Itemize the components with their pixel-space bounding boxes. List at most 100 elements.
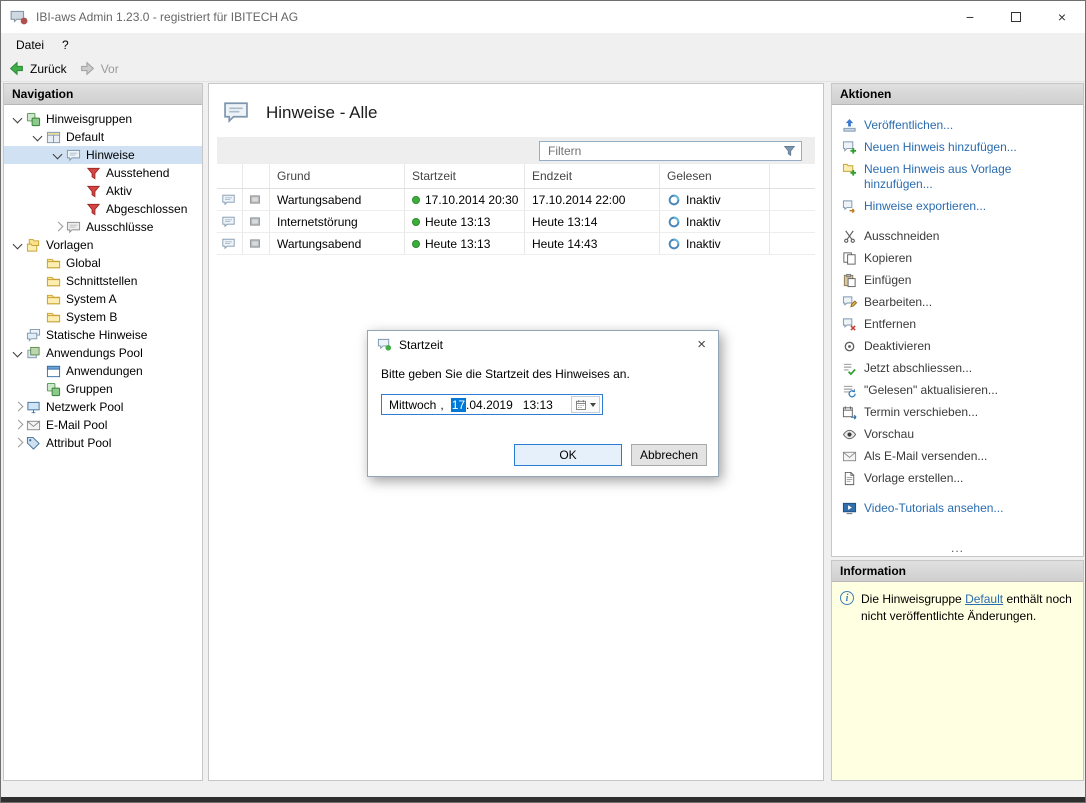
chevron-down-icon[interactable]	[10, 237, 26, 253]
chevron-down-icon[interactable]	[50, 147, 66, 163]
action-termin-verschieben[interactable]: Termin verschieben...	[842, 402, 1075, 424]
filter-input[interactable]: Filtern	[539, 141, 802, 161]
actions-overflow[interactable]: ...	[832, 541, 1083, 556]
tree-item-label: Ausstehend	[106, 166, 169, 180]
attribute-icon	[26, 436, 41, 451]
tree-item-anwendungen[interactable]: Anwendungen	[4, 362, 202, 380]
chevron-down-icon[interactable]	[10, 345, 26, 361]
tree-item-global[interactable]: Global	[4, 254, 202, 272]
cancel-button[interactable]: Abbrechen	[631, 444, 707, 466]
tree-item-label: Statische Hinweise	[46, 328, 147, 342]
tree-item-statische-hinweise[interactable]: Statische Hinweise	[4, 326, 202, 344]
chevron-spacer	[70, 183, 86, 199]
tree-item-hinweisgruppen[interactable]: Hinweisgruppen	[4, 110, 202, 128]
chevron-right-icon[interactable]	[50, 219, 66, 235]
tree-item-system-a[interactable]: System A	[4, 290, 202, 308]
tree-item-default[interactable]: Default	[4, 128, 202, 146]
minimize-button[interactable]: −	[947, 1, 993, 33]
maximize-button[interactable]	[993, 1, 1039, 33]
action-neuen-hinweis-hinzuf-gen[interactable]: Neuen Hinweis hinzufügen...	[842, 137, 1075, 159]
column-header-gelesen[interactable]: Gelesen	[660, 164, 770, 188]
exclude-icon	[66, 220, 81, 235]
row-notice-icon-cell	[217, 211, 243, 232]
table-body: Wartungsabend17.10.2014 20:3017.10.2014 …	[217, 189, 815, 255]
action-bearbeiten[interactable]: Bearbeiten...	[842, 292, 1075, 314]
back-label: Zurück	[30, 62, 67, 76]
tree-item-netzwerk-pool[interactable]: Netzwerk Pool	[4, 398, 202, 416]
chevron-right-icon[interactable]	[10, 435, 26, 451]
tree-item-attribut-pool[interactable]: Attribut Pool	[4, 434, 202, 452]
cell-endzeit: 17.10.2014 22:00	[525, 189, 660, 210]
tree-item-abgeschlossen[interactable]: Abgeschlossen	[4, 200, 202, 218]
action-hinweise-exportieren[interactable]: Hinweise exportieren...	[842, 196, 1075, 218]
action-ver-ffentlichen[interactable]: Veröffentlichen...	[842, 115, 1075, 137]
close-button[interactable]: ×	[1039, 1, 1085, 33]
column-header-grund[interactable]: Grund	[270, 164, 405, 188]
chevron-right-icon[interactable]	[10, 399, 26, 415]
action-deaktivieren[interactable]: Deaktivieren	[842, 336, 1075, 358]
read-status-icon	[667, 193, 681, 207]
startzeit-datetime-input[interactable]: Mittwoch , 17.04.2019 13:13	[381, 394, 603, 415]
datetime-day-selected[interactable]: 17	[451, 398, 466, 412]
table-row[interactable]: InternetstörungHeute 13:13Heute 13:14Ina…	[217, 211, 815, 233]
filter-funnel-icon[interactable]	[783, 144, 796, 157]
chevron-spacer	[30, 291, 46, 307]
action-vorlage-erstellen[interactable]: Vorlage erstellen...	[842, 468, 1075, 490]
action-vorschau[interactable]: Vorschau	[842, 424, 1075, 446]
action-kopieren[interactable]: Kopieren	[842, 248, 1075, 270]
tree-item-ausstehend[interactable]: Ausstehend	[4, 164, 202, 182]
tree-item-label: System A	[66, 292, 117, 306]
chevron-spacer	[30, 381, 46, 397]
action-neuen-hinweis-aus-vorlage-hinzuf-gen[interactable]: Neuen Hinweis aus Vorlage hinzufügen...	[842, 159, 1075, 196]
tree-item-gruppen[interactable]: Gruppen	[4, 380, 202, 398]
tree-item-vorlagen[interactable]: Vorlagen	[4, 236, 202, 254]
edit-icon	[842, 295, 857, 310]
chevron-right-icon[interactable]	[10, 417, 26, 433]
datetime-time[interactable]: 13:13	[523, 398, 553, 412]
row-notice-icon-cell	[217, 233, 243, 254]
tree-item-ausschl-sse[interactable]: Ausschlüsse	[4, 218, 202, 236]
tree-item-label: Netzwerk Pool	[46, 400, 123, 414]
column-header-endzeit[interactable]: Endzeit	[525, 164, 660, 188]
tree-item-hinweise[interactable]: Hinweise	[4, 146, 202, 164]
chevron-down-icon[interactable]	[30, 129, 46, 145]
action-jetzt-abschliessen[interactable]: Jetzt abschliessen...	[842, 358, 1075, 380]
tree-item-system-b[interactable]: System B	[4, 308, 202, 326]
tree-item-anwendungs-pool[interactable]: Anwendungs Pool	[4, 344, 202, 362]
table-header-row: Grund Startzeit Endzeit Gelesen	[217, 164, 815, 189]
action-einf-gen[interactable]: Einfügen	[842, 270, 1075, 292]
navigation-tree: HinweisgruppenDefaultHinweise Ausstehend A…	[4, 105, 202, 780]
action-ausschneiden[interactable]: Ausschneiden	[842, 226, 1075, 248]
gelesen-text: Inaktiv	[686, 193, 721, 207]
back-button[interactable]: Zurück	[8, 60, 67, 77]
table-row[interactable]: Wartungsabend17.10.2014 20:3017.10.2014 …	[217, 189, 815, 211]
action-gelesen-aktualisieren[interactable]: "Gelesen" aktualisieren...	[842, 380, 1075, 402]
action-label: Einfügen	[864, 273, 911, 288]
menu-help[interactable]: ?	[53, 35, 78, 55]
ok-button[interactable]: OK	[514, 444, 622, 466]
forward-button[interactable]: Vor	[79, 60, 119, 77]
column-header-startzeit[interactable]: Startzeit	[405, 164, 525, 188]
table-row[interactable]: WartungsabendHeute 13:13Heute 14:43Inakt…	[217, 233, 815, 255]
display-target-icon	[248, 237, 262, 250]
action-video-tutorials-ansehen[interactable]: Video-Tutorials ansehen...	[842, 498, 1075, 520]
tree-item-schnittstellen[interactable]: Schnittstellen	[4, 272, 202, 290]
dialog-close-button[interactable]: ×	[694, 336, 709, 353]
datetime-weekday[interactable]: Mittwoch	[389, 398, 436, 412]
calendar-dropdown-button[interactable]	[571, 396, 600, 413]
menu-datei[interactable]: Datei	[7, 35, 53, 55]
cell-startzeit: Heute 13:13	[405, 211, 525, 232]
tree-item-label: Vorlagen	[46, 238, 93, 252]
datetime-comma: ,	[440, 398, 443, 412]
action-als-e-mail-versenden[interactable]: Als E-Mail versenden...	[842, 446, 1075, 468]
tree-item-e-mail-pool[interactable]: E-Mail Pool	[4, 416, 202, 434]
tree-item-aktiv[interactable]: Aktiv	[4, 182, 202, 200]
display-target-icon	[248, 193, 262, 206]
action-entfernen[interactable]: Entfernen	[842, 314, 1075, 336]
chevron-down-icon[interactable]	[10, 111, 26, 127]
window-controls: − ×	[947, 1, 1085, 33]
datetime-rest[interactable]: .04.2019	[466, 398, 513, 412]
chevron-spacer	[30, 309, 46, 325]
default-group-link[interactable]: Default	[965, 592, 1003, 606]
send-mail-icon	[842, 449, 857, 464]
